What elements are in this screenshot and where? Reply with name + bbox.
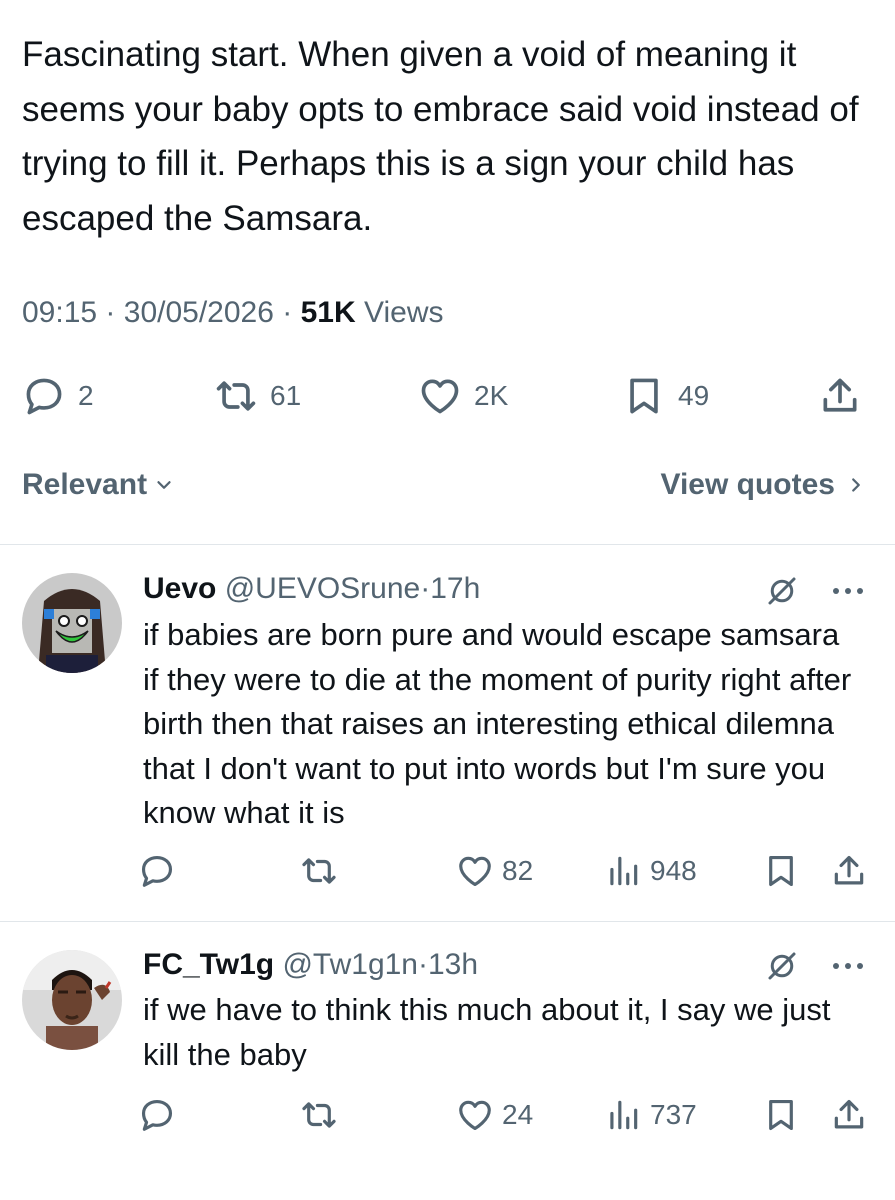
like-button[interactable]: 2K: [418, 366, 508, 426]
more-icon: [833, 588, 863, 594]
reply-button[interactable]: [138, 1090, 176, 1140]
reply-icon: [26, 378, 62, 415]
views-label: Views: [364, 296, 444, 329]
user-handle[interactable]: @UEVOSrune: [225, 572, 421, 605]
reply-icon: [141, 855, 173, 887]
repost-icon: [216, 381, 256, 411]
header-separator: ·: [420, 572, 431, 605]
grok-button[interactable]: [764, 573, 800, 609]
relevant-sort-button[interactable]: Relevant: [22, 468, 175, 502]
reply-time[interactable]: 17h: [430, 572, 480, 605]
reply-text: if babies are born pure and would escape…: [143, 617, 852, 830]
views-chart-icon: [610, 1100, 638, 1130]
chevron-down-icon: [157, 481, 171, 489]
repost-icon: [302, 1102, 336, 1128]
share-button[interactable]: [830, 846, 868, 896]
tweet-text: Fascinating start. When given a void of …: [22, 35, 859, 238]
bookmark-icon: [630, 378, 658, 414]
views-chart-icon: [610, 856, 638, 886]
tweet-action-bar: 2 61 2K 49: [0, 366, 895, 426]
tweet-date[interactable]: 30/05/2026: [124, 296, 274, 329]
tweet-time[interactable]: 09:15: [22, 296, 97, 329]
like-count: 24: [502, 1099, 534, 1130]
display-name[interactable]: FC_Tw1g: [143, 948, 274, 981]
reply-text: if we have to think this much about it, …: [143, 992, 831, 1072]
share-button[interactable]: [818, 366, 862, 426]
views-count: 737: [650, 1099, 697, 1130]
reply-time[interactable]: 13h: [428, 948, 478, 981]
relevant-label: Relevant: [22, 468, 148, 501]
grok-button[interactable]: [764, 948, 800, 984]
reply-header: Uevo @UEVOSrune·17h: [143, 572, 480, 606]
repost-button[interactable]: [300, 846, 338, 896]
heart-icon: [421, 379, 459, 414]
reply-item[interactable]: Uevo @UEVOSrune·17h if babies are born p…: [0, 545, 895, 921]
views-button[interactable]: 948: [604, 846, 697, 896]
reply-action-bar: 24 737: [0, 1090, 895, 1140]
views-count: 51K: [300, 296, 356, 329]
bookmark-button[interactable]: 49: [622, 366, 709, 426]
share-button[interactable]: [830, 1090, 868, 1140]
display-name[interactable]: Uevo: [143, 572, 216, 605]
avatar[interactable]: [22, 950, 122, 1050]
views-count: 948: [650, 855, 697, 886]
reply-button[interactable]: 2: [22, 366, 94, 426]
view-quotes-label: View quotes: [660, 468, 836, 501]
bookmark-button[interactable]: [762, 1090, 800, 1140]
repost-button[interactable]: [300, 1090, 338, 1140]
like-button[interactable]: 82: [456, 846, 533, 896]
reply-item[interactable]: FC_Tw1g @Tw1g1n·13h if we have to think …: [0, 922, 895, 1200]
reply-header: FC_Tw1g @Tw1g1n·13h: [143, 948, 478, 982]
avatar[interactable]: [22, 573, 122, 673]
share-icon: [823, 378, 857, 412]
share-icon: [834, 855, 864, 885]
reply-sort-row: Relevant View quotes: [0, 468, 895, 512]
repost-icon: [302, 858, 336, 884]
heart-icon: [459, 1100, 491, 1131]
reply-action-bar: 82 948: [0, 846, 895, 896]
header-separator: ·: [418, 948, 428, 981]
repost-button[interactable]: 61: [214, 366, 301, 426]
more-button[interactable]: [830, 954, 866, 978]
like-button[interactable]: 24: [456, 1090, 533, 1140]
user-handle[interactable]: @Tw1g1n: [282, 948, 418, 981]
bookmark-button[interactable]: [762, 846, 800, 896]
grok-icon: [768, 577, 796, 605]
more-icon: [833, 963, 863, 969]
tweet-meta: 09:15 · 30/05/2026 · 51K Views: [22, 296, 443, 330]
reply-button[interactable]: [138, 846, 176, 896]
meta-separator: ·: [282, 296, 293, 329]
repost-count: 61: [270, 380, 302, 411]
bookmark-icon: [769, 1099, 793, 1131]
avatar-image: [22, 950, 122, 1050]
share-icon: [834, 1099, 864, 1129]
chevron-right-icon: [852, 478, 860, 492]
view-quotes-link[interactable]: View quotes: [661, 468, 868, 502]
meta-separator: ·: [105, 296, 116, 329]
avatar-image: [22, 573, 122, 673]
like-count: 2K: [474, 380, 509, 411]
bookmark-icon: [769, 855, 793, 887]
more-button[interactable]: [830, 579, 866, 603]
heart-icon: [459, 856, 491, 887]
grok-icon: [768, 952, 796, 980]
reply-icon: [141, 1099, 173, 1131]
bookmark-count: 49: [678, 380, 710, 411]
views-button[interactable]: 737: [604, 1090, 697, 1140]
reply-count: 2: [78, 380, 94, 411]
like-count: 82: [502, 855, 534, 886]
